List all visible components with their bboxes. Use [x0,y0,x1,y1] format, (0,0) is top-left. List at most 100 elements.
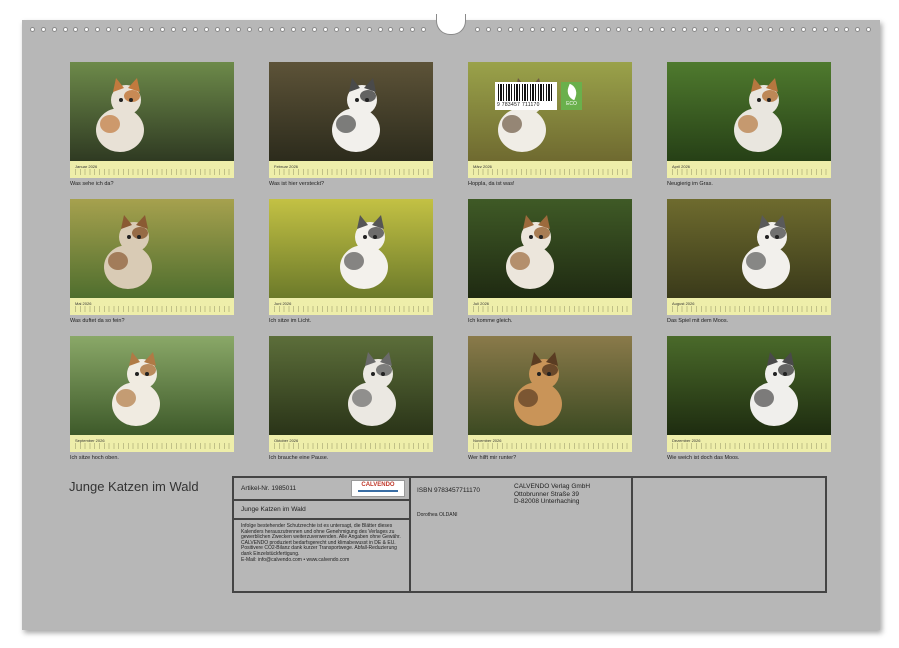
binding-ring [149,27,154,32]
binding-ring [725,27,730,32]
binding-ring [551,27,556,32]
binding-ring [627,27,632,32]
binding-ring [823,27,828,32]
month-calendar-strip: Juni 2026 [269,298,433,315]
month-card: Juni 2026Ich sitze im Licht. [269,199,433,324]
day-grid [473,169,628,175]
binding-ring [855,27,860,32]
binding-ring [345,27,350,32]
binding-ring [779,27,784,32]
day-grid [274,306,429,312]
binding-ring [616,27,621,32]
day-grid [473,443,628,449]
month-caption: Ich sitze hoch oben. [70,455,234,461]
month-calendar-strip: Dezember 2026 [667,435,831,452]
month-card: Oktober 2026 Ich brauche eine Pause. [269,336,433,461]
month-caption: Was sehe ich da? [70,181,234,187]
binding-ring [682,27,687,32]
binding-ring [388,27,393,32]
binding-ring [225,27,230,32]
binding-ring [671,27,676,32]
month-caption: Wer hilft mir runter? [468,455,632,461]
month-caption: Wie weich ist doch das Moos. [667,455,831,461]
month-card: Juli 2026Ich komme gleich. [468,199,632,324]
binding-ring [247,27,252,32]
binding-ring [269,27,274,32]
month-calendar-strip: August 2026 [667,298,831,315]
kitten-photo [70,199,234,298]
binding-ring [95,27,100,32]
month-caption: Hoppla, da ist was! [468,181,632,187]
binding-ring [301,27,306,32]
binding-ring [139,27,144,32]
binding-ring [812,27,817,32]
month-card: Dezember 2026 Wie weich ist doch das Moos… [667,336,831,461]
binding-ring [475,27,480,32]
binding-ring [486,27,491,32]
binding-ring [497,27,502,32]
binding-ring [106,27,111,32]
binding-ring [84,27,89,32]
binding-ring [508,27,513,32]
month-calendar-strip: Mai 2026 [70,298,234,315]
binding-ring [638,27,643,32]
info-column-left: Artikel-Nr. 1985011 CALVENDO Junge Katze… [234,478,411,591]
binding-ring [63,27,68,32]
month-caption: Was ist hier versteckt? [269,181,433,187]
kitten-photo [667,336,831,435]
kitten-photo [667,62,831,161]
binding-ring [73,27,78,32]
calendar-title: Junge Katzen im Wald [69,479,199,494]
binding-ring [334,27,339,32]
day-grid [75,306,230,312]
day-grid [274,443,429,449]
binding-ring [768,27,773,32]
binding-ring [117,27,122,32]
month-caption: Was duftet da so fein? [70,318,234,324]
barcode: 9 783457 711170 [495,82,557,110]
month-card: November 2026 Wer hilft mir runter? [468,336,632,461]
binding-ring [649,27,654,32]
binding-ring [258,27,263,32]
month-card: März 2026 Hoppla, da ist was! [468,62,632,187]
month-calendar-strip: März 2026 [468,161,632,178]
month-calendar-strip: Februar 2026 [269,161,433,178]
binding-ring [530,27,535,32]
day-grid [274,169,429,175]
binding-ring [367,27,372,32]
binding-ring [399,27,404,32]
author-name: Dorothea OLDANI [417,513,458,519]
binding-ring [584,27,589,32]
kitten-photo [70,336,234,435]
month-caption: Ich komme gleich. [468,318,632,324]
binding-ring [747,27,752,32]
month-caption: Ich brauche eine Pause. [269,455,433,461]
leaf-icon [564,84,578,101]
binding-ring [692,27,697,32]
binding-ring [323,27,328,32]
month-calendar-strip: Oktober 2026 [269,435,433,452]
day-grid [672,443,827,449]
publisher-address: CALVENDO Verlag GmbH Ottobrunner Straße … [514,483,590,506]
barcode-number: 9 783457 711170 [497,102,540,108]
binding-ring [204,27,209,32]
month-calendar-strip: September 2026 [70,435,234,452]
binding-ring [758,27,763,32]
month-caption: Das Spiel mit dem Moos. [667,318,831,324]
calvendo-logo: CALVENDO [351,480,405,497]
month-card: September 2026 Ich sitze hoch oben. [70,336,234,461]
binding-ring [193,27,198,32]
month-card: Januar 2026Was sehe ich da? [70,62,234,187]
binding-ring [595,27,600,32]
month-calendar-strip: November 2026 [468,435,632,452]
binding-ring [790,27,795,32]
kitten-photo [269,336,433,435]
month-calendar-strip: April 2026 [667,161,831,178]
day-grid [75,169,230,175]
binding-ring [606,27,611,32]
info-column-middle: ISBN 9783457711170 Dorothea OLDANI CALVE… [411,478,633,591]
binding-ring [215,27,220,32]
binding-ring [421,27,426,32]
binding-ring [312,27,317,32]
binding-ring [356,27,361,32]
